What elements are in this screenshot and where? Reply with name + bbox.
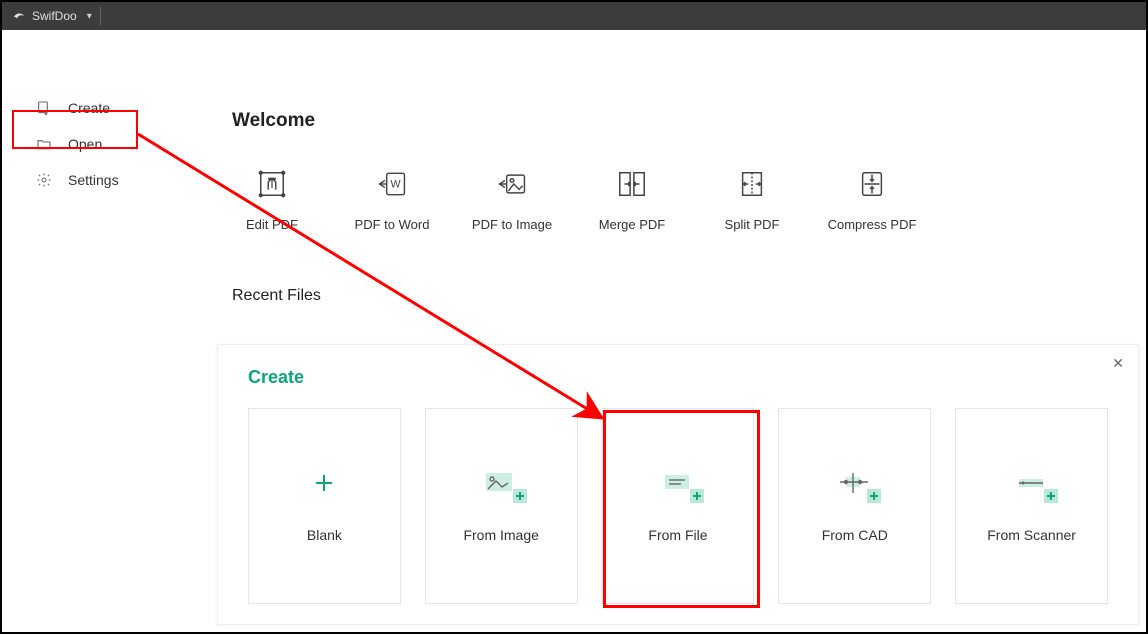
- compress-pdf-icon: [855, 167, 889, 201]
- sidebar-item-label: Create: [68, 100, 110, 116]
- open-icon: [36, 136, 52, 152]
- create-card-blank[interactable]: Blank: [248, 408, 401, 604]
- create-card-from-cad[interactable]: From CAD: [778, 408, 931, 604]
- sidebar-item-label: Open: [68, 136, 102, 152]
- edit-pdf-icon: T: [255, 167, 289, 201]
- content-area: Create Open Settings Welcome T Edit PDF: [2, 30, 1146, 632]
- from-file-icon: [658, 469, 698, 497]
- from-cad-icon: [835, 469, 875, 497]
- action-merge-pdf[interactable]: Merge PDF: [592, 167, 672, 232]
- create-panel-title: Create: [248, 367, 1108, 388]
- action-label: Merge PDF: [599, 217, 665, 232]
- create-card-from-scanner[interactable]: From Scanner: [955, 408, 1108, 604]
- sidebar-item-open[interactable]: Open: [2, 126, 202, 162]
- split-pdf-icon: [735, 167, 769, 201]
- from-scanner-icon: [1012, 469, 1052, 497]
- settings-icon: [36, 172, 52, 188]
- action-pdf-to-word[interactable]: W PDF to Word: [352, 167, 432, 232]
- title-bar: SwifDoo ▾: [2, 2, 1146, 30]
- svg-text:W: W: [391, 179, 402, 191]
- merge-pdf-icon: [615, 167, 649, 201]
- app-logo-icon: [12, 9, 26, 23]
- recent-files-heading: Recent Files: [232, 287, 1146, 305]
- action-pdf-to-image[interactable]: PDF to Image: [472, 167, 552, 232]
- action-label: Edit PDF: [246, 217, 298, 232]
- action-compress-pdf[interactable]: Compress PDF: [832, 167, 912, 232]
- quick-actions-row: T Edit PDF W PDF to Word PDF to Image: [232, 167, 1146, 232]
- create-card-from-image[interactable]: From Image: [425, 408, 578, 604]
- from-image-icon: [481, 469, 521, 497]
- welcome-heading: Welcome: [232, 110, 1146, 132]
- action-label: Compress PDF: [828, 217, 917, 232]
- card-label: From File: [648, 527, 707, 543]
- sidebar-item-settings[interactable]: Settings: [2, 162, 202, 198]
- card-label: From Image: [463, 527, 538, 543]
- action-label: PDF to Word: [355, 217, 430, 232]
- create-panel: ✕ Create Blank From Image: [217, 344, 1139, 625]
- titlebar-divider: [100, 7, 101, 25]
- pdf-to-word-icon: W: [375, 167, 409, 201]
- close-icon[interactable]: ✕: [1112, 355, 1124, 372]
- action-label: Split PDF: [725, 217, 780, 232]
- pdf-to-image-icon: [495, 167, 529, 201]
- svg-text:T: T: [268, 176, 276, 191]
- action-split-pdf[interactable]: Split PDF: [712, 167, 792, 232]
- sidebar: Create Open Settings: [2, 30, 202, 198]
- blank-icon: [304, 469, 344, 497]
- card-label: From Scanner: [987, 527, 1076, 543]
- app-name: SwifDoo: [32, 9, 77, 23]
- create-card-from-file[interactable]: From File: [602, 408, 755, 604]
- create-icon: [36, 100, 52, 116]
- card-label: From CAD: [822, 527, 888, 543]
- card-label: Blank: [307, 527, 342, 543]
- sidebar-item-label: Settings: [68, 172, 119, 188]
- action-label: PDF to Image: [472, 217, 552, 232]
- app-menu-chevron-icon[interactable]: ▾: [87, 11, 92, 22]
- action-edit-pdf[interactable]: T Edit PDF: [232, 167, 312, 232]
- create-card-row: Blank From Image From File: [248, 408, 1108, 604]
- sidebar-item-create[interactable]: Create: [2, 90, 202, 126]
